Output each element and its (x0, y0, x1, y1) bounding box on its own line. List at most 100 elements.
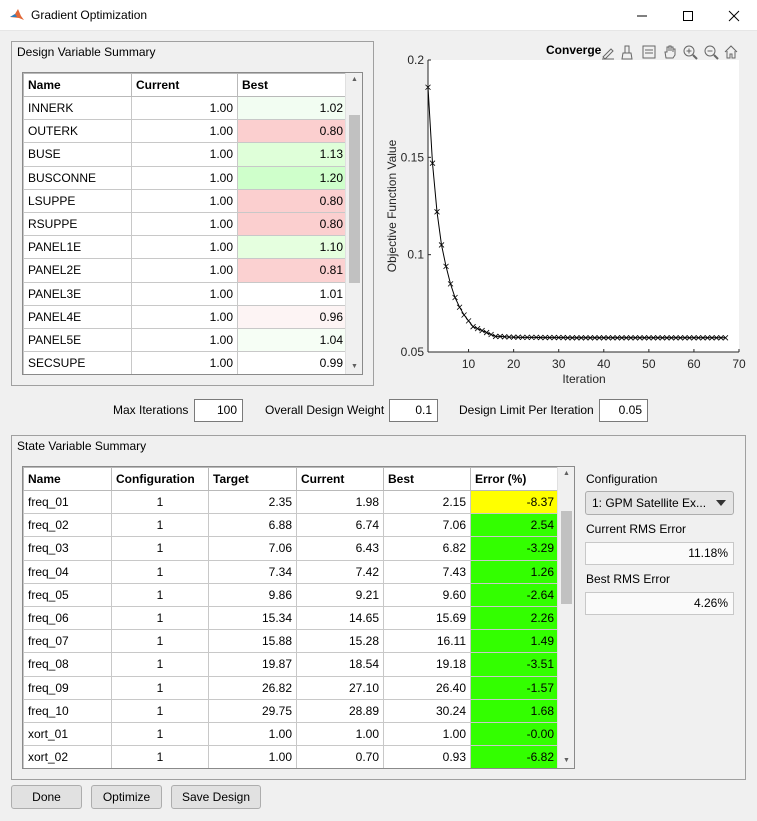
cell-name[interactable]: freq_09 (23, 675, 112, 700)
design-limit-input[interactable]: 0.05 (599, 399, 648, 422)
cell-best[interactable]: 15.69 (383, 605, 471, 631)
cell-best[interactable]: 1.02 (237, 95, 348, 121)
cell-best[interactable]: 30.24 (383, 698, 471, 723)
column-header-name[interactable]: Name (23, 467, 112, 491)
cell-current[interactable]: 0.70 (296, 745, 384, 768)
table-row[interactable]: freq_03 1 7.06 6.43 6.82 -3.29 (23, 536, 559, 561)
cell-target[interactable]: 15.34 (208, 605, 297, 631)
cell-best[interactable]: 7.43 (383, 559, 471, 584)
cell-current[interactable]: 1.00 (131, 258, 238, 283)
cell-current[interactable]: 6.74 (296, 513, 384, 538)
cell-current[interactable]: 1.00 (131, 165, 238, 190)
optimize-button[interactable]: Optimize (91, 785, 162, 809)
cell-best[interactable]: 7.06 (383, 513, 471, 538)
cell-name[interactable]: PANEL2E (23, 258, 132, 283)
max-iterations-input[interactable]: 100 (194, 399, 243, 422)
cell-target[interactable]: 2.35 (208, 489, 297, 515)
cell-best[interactable]: 0.81 (237, 258, 348, 283)
cell-current[interactable]: 9.21 (296, 582, 384, 607)
cell-best[interactable]: 1.13 (237, 142, 348, 167)
scroll-up-icon[interactable]: ▲ (346, 73, 362, 87)
design-table-scrollbar[interactable]: ▲ ▼ (345, 73, 362, 374)
cell-best[interactable]: 19.18 (383, 652, 471, 677)
table-row[interactable]: PANEL4E 1.00 0.96 (23, 304, 348, 329)
cell-current[interactable]: 27.10 (296, 675, 384, 700)
column-header-target[interactable]: Target (208, 467, 297, 491)
cell-name[interactable]: freq_03 (23, 536, 112, 561)
cell-best[interactable]: 0.80 (237, 211, 348, 237)
cell-error[interactable]: -3.29 (470, 536, 559, 561)
cell-configuration[interactable]: 1 (111, 698, 209, 723)
cell-error[interactable]: -1.57 (470, 675, 559, 700)
column-header-name[interactable]: Name (23, 73, 132, 97)
cell-error[interactable]: 1.26 (470, 559, 559, 584)
table-row[interactable]: PANEL5E 1.00 1.04 (23, 327, 348, 353)
table-row[interactable]: freq_09 1 26.82 27.10 26.40 -1.57 (23, 675, 559, 700)
table-row[interactable]: LSUPPE 1.00 0.80 (23, 188, 348, 213)
cell-target[interactable]: 7.06 (208, 536, 297, 561)
cell-configuration[interactable]: 1 (111, 721, 209, 747)
state-table-scrollbar[interactable]: ▲ ▼ (557, 467, 574, 768)
cell-error[interactable]: 1.49 (470, 629, 559, 654)
cell-name[interactable]: xort_01 (23, 721, 112, 747)
cell-error[interactable]: -8.37 (470, 489, 559, 515)
cell-name[interactable]: PANEL5E (23, 327, 132, 353)
cell-best[interactable]: 0.93 (383, 745, 471, 768)
scroll-thumb[interactable] (561, 511, 572, 604)
table-row[interactable]: freq_10 1 29.75 28.89 30.24 1.68 (23, 698, 559, 723)
cell-name[interactable]: freq_05 (23, 582, 112, 607)
cell-configuration[interactable]: 1 (111, 652, 209, 677)
cell-name[interactable]: PANEL1E (23, 235, 132, 260)
cell-target[interactable]: 1.00 (208, 721, 297, 747)
column-header-current[interactable]: Current (296, 467, 384, 491)
cell-name[interactable]: BUSE (23, 142, 132, 167)
table-row[interactable]: PANEL2E 1.00 0.81 (23, 258, 348, 283)
table-row[interactable]: freq_05 1 9.86 9.21 9.60 -2.64 (23, 582, 559, 607)
configuration-dropdown[interactable]: 1: GPM Satellite Ex... (585, 491, 734, 515)
column-header-best[interactable]: Best (383, 467, 471, 491)
maximize-button[interactable] (665, 0, 711, 31)
table-row[interactable]: freq_07 1 15.88 15.28 16.11 1.49 (23, 629, 559, 654)
table-row[interactable]: freq_01 1 2.35 1.98 2.15 -8.37 (23, 489, 559, 515)
table-row[interactable]: PANEL1E 1.00 1.10 (23, 235, 348, 260)
cell-best[interactable]: 0.96 (237, 304, 348, 329)
cell-target[interactable]: 15.88 (208, 629, 297, 654)
table-row[interactable]: freq_06 1 15.34 14.65 15.69 2.26 (23, 605, 559, 631)
cell-configuration[interactable]: 1 (111, 629, 209, 654)
cell-current[interactable]: 1.00 (131, 188, 238, 213)
cell-configuration[interactable]: 1 (111, 489, 209, 515)
cell-target[interactable]: 19.87 (208, 652, 297, 677)
column-header-error[interactable]: Error (%) (470, 467, 559, 491)
cell-configuration[interactable]: 1 (111, 582, 209, 607)
cell-name[interactable]: freq_04 (23, 559, 112, 584)
cell-name[interactable]: xort_02 (23, 745, 112, 768)
cell-name[interactable]: INNERK (23, 95, 132, 121)
cell-current[interactable]: 1.00 (131, 235, 238, 260)
column-header-current[interactable]: Current (131, 73, 238, 97)
cell-current[interactable]: 1.00 (131, 327, 238, 353)
cell-configuration[interactable]: 1 (111, 536, 209, 561)
scroll-down-icon[interactable]: ▼ (558, 754, 574, 768)
cell-current[interactable]: 1.00 (131, 351, 238, 374)
cell-error[interactable]: -6.82 (470, 745, 559, 768)
cell-name[interactable]: PANEL4E (23, 304, 132, 329)
cell-name[interactable]: RSUPPE (23, 211, 132, 237)
cell-best[interactable]: 1.04 (237, 327, 348, 353)
save-design-button[interactable]: Save Design (171, 785, 261, 809)
cell-best[interactable]: 1.20 (237, 165, 348, 190)
cell-target[interactable]: 9.86 (208, 582, 297, 607)
table-row[interactable]: PANEL3E 1.00 1.01 (23, 281, 348, 306)
scroll-up-icon[interactable]: ▲ (558, 467, 574, 481)
cell-configuration[interactable]: 1 (111, 675, 209, 700)
cell-current[interactable]: 18.54 (296, 652, 384, 677)
cell-current[interactable]: 1.00 (131, 304, 238, 329)
cell-current[interactable]: 1.00 (131, 211, 238, 237)
cell-configuration[interactable]: 1 (111, 513, 209, 538)
cell-current[interactable]: 7.42 (296, 559, 384, 584)
column-header-configuration[interactable]: Configuration (111, 467, 209, 491)
table-row[interactable]: xort_01 1 1.00 1.00 1.00 -0.00 (23, 721, 559, 747)
cell-current[interactable]: 15.28 (296, 629, 384, 654)
cell-name[interactable]: BUSCONNE (23, 165, 132, 190)
cell-error[interactable]: 2.26 (470, 605, 559, 631)
table-row[interactable]: SECSUPE 1.00 0.99 (23, 351, 348, 374)
